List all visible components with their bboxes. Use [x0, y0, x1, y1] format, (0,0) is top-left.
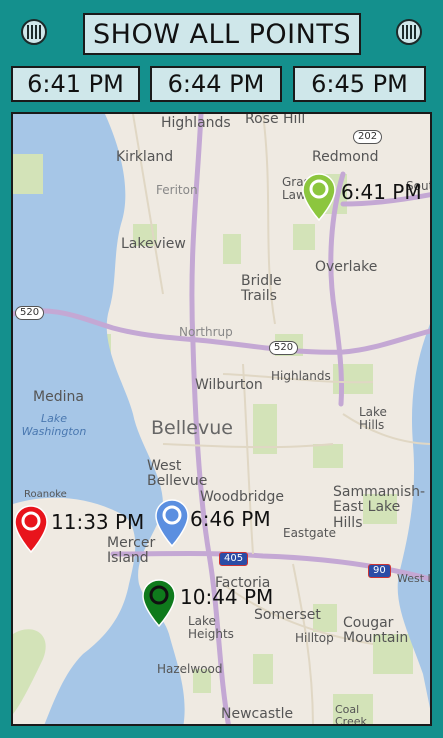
pin-time-label: 11:33 PM [51, 510, 145, 534]
pin-time-label: 6:46 PM [190, 507, 271, 531]
map-label-woodbridge: Woodbridge [200, 489, 284, 505]
time-button-2[interactable]: 6:44 PM [150, 66, 282, 102]
map-label-medina: Medina [33, 389, 84, 405]
map-label-redmond: Redmond [312, 149, 379, 165]
map-label-wilburton: Wilburton [195, 377, 263, 393]
show-all-points-button[interactable]: SHOW ALL POINTS [83, 13, 361, 55]
route-520-shield-west: 520 [15, 306, 45, 320]
map-label-lake-heights: Lake Heights [188, 614, 234, 642]
map-label-newcastle: Newcastle [221, 706, 294, 722]
pin-time-label: 10:44 PM [180, 585, 274, 609]
map-label-west-l: West L [397, 572, 432, 585]
map-pin-icon[interactable] [154, 498, 190, 548]
map-label-somerset: Somerset [254, 607, 321, 623]
map-label-lakeview: Lakeview [121, 236, 186, 252]
map-label-sammamish: Sammamish-East Lake Hills [333, 484, 426, 531]
interstate-405-shield: 405 [219, 552, 249, 566]
map-label-lake-hills: Lake Hills [359, 405, 387, 433]
map-label-coal-creek: Coal Creek [335, 703, 367, 726]
left-menu-button[interactable] [21, 19, 47, 45]
map-label-kirkland: Kirkland [116, 149, 174, 165]
interstate-90-shield: 90 [368, 564, 391, 578]
map-label-feriton: Feriton [156, 183, 198, 197]
map-view[interactable]: Highlands Rose Hill Kirkland Redmond Gra… [11, 112, 432, 726]
time-button-3[interactable]: 6:45 PM [293, 66, 426, 102]
map-label-overlake: Overlake [315, 259, 378, 275]
map-label-cougar-mountain: Cougar Mountain [343, 615, 409, 647]
map-label-hilltop: Hilltop [295, 631, 334, 645]
map-label-hazelwood: Hazelwood [157, 662, 223, 676]
map-label-bellevue: Bellevue [151, 417, 233, 439]
map-label-roanoke: Roanoke [24, 489, 67, 500]
map-label-highlands: Highlands [161, 115, 231, 131]
map-pin-icon[interactable] [301, 172, 337, 222]
map-label-rose-hill: Rose Hill [245, 112, 306, 127]
map-pin-icon[interactable] [13, 504, 49, 554]
map-label-lake-washington: Lake Washington [21, 412, 87, 439]
map-label-highlands-2: Highlands [271, 369, 331, 383]
menu-bars-icon [402, 25, 416, 39]
map-label-eastgate: Eastgate [283, 526, 336, 540]
time-button-1[interactable]: 6:41 PM [11, 66, 140, 102]
route-520-shield-east: 520 [269, 341, 299, 355]
map-pin-icon[interactable] [141, 578, 177, 628]
map-label-northrup: Northrup [179, 325, 233, 339]
menu-bars-icon [27, 25, 41, 39]
map-label-bridle-trails: Bridle Trails [241, 273, 282, 305]
map-label-mercer-island: Mercer Island [107, 535, 156, 567]
pin-time-label: 6:41 PM [341, 180, 422, 204]
map-label-west-bellevue: West Bellevue [147, 458, 208, 490]
route-202-shield: 202 [353, 130, 383, 144]
right-menu-button[interactable] [396, 19, 422, 45]
